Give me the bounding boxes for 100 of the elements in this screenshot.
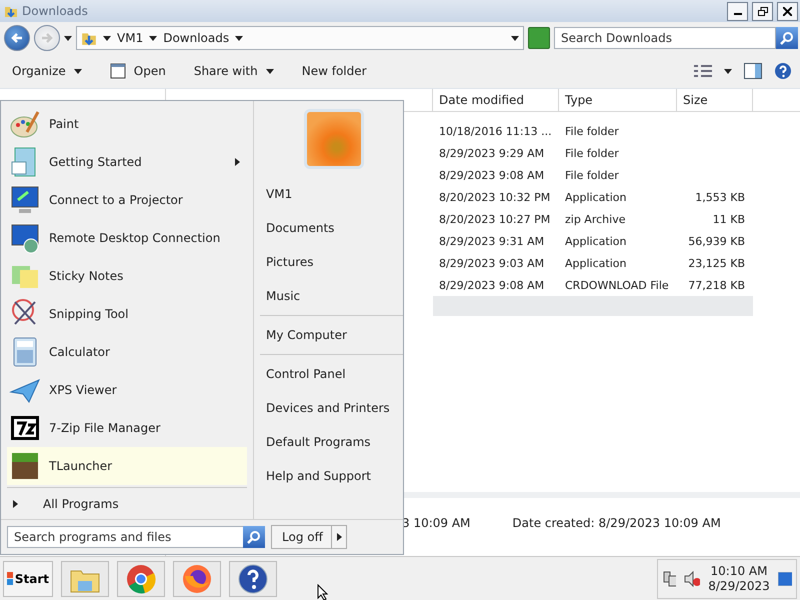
search-field[interactable]: Search Downloads	[554, 27, 776, 49]
monitor-icon	[9, 222, 41, 254]
monitor-icon	[9, 184, 41, 216]
type-cell-text: Application	[564, 234, 628, 248]
caret-icon	[335, 533, 343, 541]
menu-link[interactable]: Control Panel	[260, 357, 403, 391]
menu-link[interactable]: Documents	[260, 211, 403, 245]
type-cell-text: Application	[564, 190, 628, 204]
date-cell-text: 10/18/2016 11:13 ...	[438, 124, 553, 138]
menu-link[interactable]: VM1	[260, 177, 403, 211]
show-desktop-icon[interactable]	[778, 572, 792, 586]
window-icon	[110, 63, 126, 79]
forward-button[interactable]	[34, 25, 60, 51]
type-cell-text: Application	[564, 256, 628, 270]
type-cell-text: zip Archive	[564, 212, 626, 226]
grass-block-icon	[9, 450, 41, 482]
history-arrow-icon	[64, 34, 72, 42]
menu-link[interactable]: Default Programs	[260, 425, 403, 459]
date-cell-text: 8/29/2023 9:08 AM	[438, 278, 546, 292]
date-cell-text: 8/29/2023 9:29 AM	[438, 146, 546, 160]
type-cell-text: CRDOWNLOAD File	[564, 278, 670, 292]
browser-icon	[126, 564, 156, 594]
dropdown-arrow-icon	[724, 67, 732, 75]
expand-arrow-icon	[11, 500, 19, 508]
program-item[interactable]: XPS Viewer	[7, 371, 247, 409]
mouse-pointer	[317, 584, 329, 600]
size-cell-text: 23,125 KB	[687, 256, 746, 270]
restore-button[interactable]	[752, 2, 773, 20]
all-programs-item[interactable]: All Programs	[7, 490, 247, 518]
size-cell-text: 11 KB	[712, 212, 746, 226]
clock-date: 8/29/2023	[708, 578, 770, 594]
dropdown-arrow-icon	[266, 67, 274, 75]
date-cell-text: 8/29/2023 9:08 AM	[438, 168, 546, 182]
dropdown-arrow-icon	[74, 67, 82, 75]
speaker-muted-icon[interactable]	[684, 570, 700, 587]
size-cell-text: 1,553 KB	[694, 190, 746, 204]
taskbar-app[interactable]	[117, 560, 165, 597]
toolbar-button[interactable]: Share with	[190, 64, 278, 78]
window-title: Downloads	[22, 4, 89, 18]
windows-logo-icon	[7, 572, 13, 586]
program-item[interactable]: Sticky Notes	[7, 257, 247, 295]
help-icon[interactable]	[774, 62, 792, 80]
date-cell-text: 8/29/2023 9:31 AM	[438, 234, 546, 248]
size-cell-text: 77,218 KB	[687, 278, 746, 292]
back-arrow-icon	[11, 32, 23, 44]
date-cell-text: 8/29/2023 9:03 AM	[438, 256, 546, 270]
column-header[interactable]: Date modified	[433, 89, 559, 111]
minimize-button[interactable]	[727, 2, 748, 20]
fox-browser-icon	[182, 564, 212, 594]
breadcrumb[interactable]: VM1	[117, 31, 144, 45]
forward-arrow-icon	[41, 32, 53, 44]
user-picture	[304, 109, 364, 169]
column-header[interactable]: Type	[559, 89, 677, 111]
breadcrumb-arrow-icon	[149, 34, 158, 42]
folder-icon	[4, 4, 18, 18]
address-bar[interactable]: VM1 Downloads	[76, 26, 524, 50]
type-cell-text: File folder	[564, 146, 620, 160]
log-off-button[interactable]: Log off	[271, 525, 347, 549]
view-list-icon[interactable]	[694, 64, 712, 78]
search-icon[interactable]	[776, 27, 798, 49]
menu-link[interactable]: Help and Support	[260, 459, 403, 493]
program-item[interactable]: 7-Zip File Manager	[7, 409, 247, 447]
help-icon	[238, 564, 268, 594]
breadcrumb-arrow-icon	[235, 34, 244, 42]
program-item[interactable]: TLauncher	[7, 447, 247, 485]
menu-link[interactable]: Pictures	[260, 245, 403, 279]
program-item[interactable]: Paint	[7, 105, 247, 143]
back-button[interactable]	[4, 25, 30, 51]
preview-pane-icon[interactable]	[744, 63, 762, 79]
program-item[interactable]: Getting Started	[7, 143, 247, 181]
toolbar-button[interactable]: Organize	[8, 64, 86, 78]
type-cell-text: File folder	[564, 124, 620, 138]
type-cell-text: File folder	[564, 168, 620, 182]
program-item[interactable]: Connect to a Projector	[7, 181, 247, 219]
date-cell-text: 8/20/2023 10:32 PM	[438, 190, 552, 204]
menu-link[interactable]: Music	[260, 279, 403, 313]
search-icon[interactable]	[243, 526, 265, 548]
breadcrumb-arrow-icon	[103, 34, 111, 42]
toolbar-button[interactable]: Open	[106, 63, 170, 79]
program-search-field[interactable]: Search programs and files	[7, 526, 245, 548]
date-cell-text: 8/20/2023 10:27 PM	[438, 212, 552, 226]
breadcrumb[interactable]: Downloads	[163, 31, 230, 45]
menu-link[interactable]: My Computer	[260, 318, 403, 352]
taskbar-app[interactable]	[229, 560, 277, 597]
start-button[interactable]: Start	[3, 560, 53, 597]
size-cell-text: 56,939 KB	[687, 234, 746, 248]
program-item[interactable]: Snipping Tool	[7, 295, 247, 333]
clock-time: 10:10 AM	[710, 564, 768, 579]
close-icon	[783, 6, 792, 16]
program-item[interactable]: Calculator	[7, 333, 247, 371]
toolbar-button[interactable]: New folder	[298, 64, 371, 78]
taskbar-app[interactable]	[173, 560, 221, 597]
restore-icon	[758, 6, 768, 16]
program-item[interactable]: Remote Desktop Connection	[7, 219, 247, 257]
close-button[interactable]	[777, 2, 798, 20]
network-icon[interactable]	[662, 570, 676, 587]
dropdown-arrow-icon	[511, 34, 519, 42]
column-header[interactable]: Size	[677, 89, 753, 111]
created-date: Date created: 8/29/2023 10:09 AM	[512, 516, 721, 530]
menu-link[interactable]: Devices and Printers	[260, 391, 403, 425]
